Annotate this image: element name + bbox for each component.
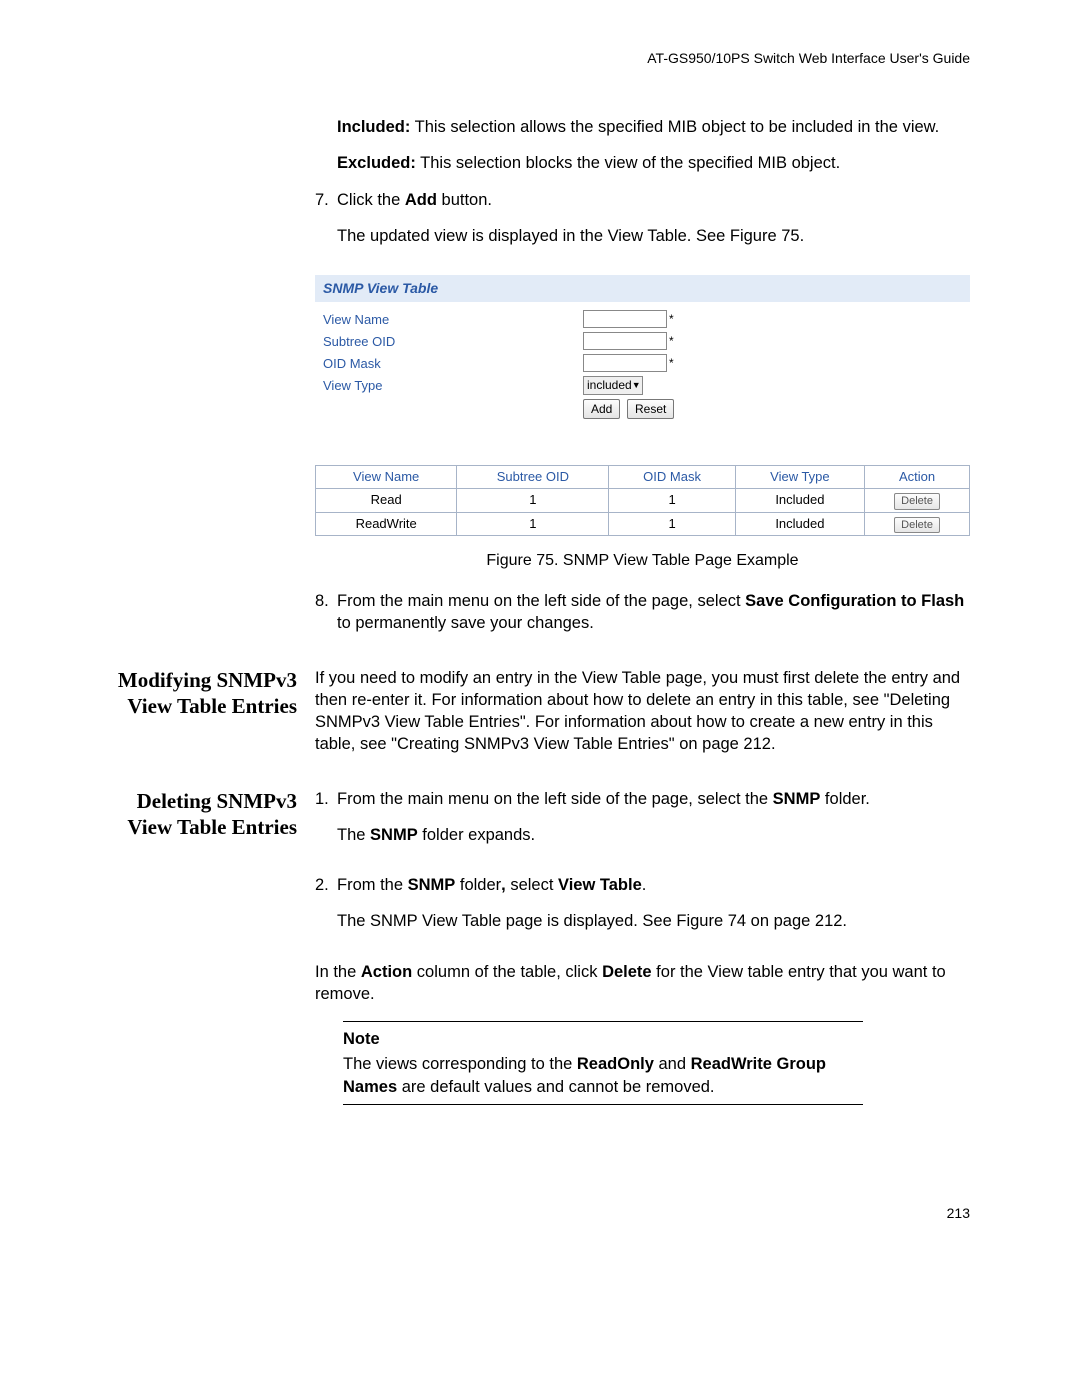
snmp-panel-title: SNMP View Table <box>315 275 970 302</box>
heading-modifying: Modifying SNMPv3 View Table Entries <box>110 667 315 720</box>
th-oid-mask: OID Mask <box>609 466 735 489</box>
delete-step-1: 1. From the main menu on the left side o… <box>315 788 970 861</box>
snmp-view-table-figure: SNMP View Table View Name * Subtree OID … <box>315 275 970 572</box>
th-subtree-oid: Subtree OID <box>457 466 609 489</box>
label-oid-mask: OID Mask <box>323 355 583 373</box>
excluded-label: Excluded: <box>337 154 416 172</box>
th-view-type: View Type <box>735 466 864 489</box>
chevron-down-icon: ▼ <box>632 379 641 391</box>
included-label: Included: <box>337 118 410 136</box>
reset-button[interactable]: Reset <box>627 399 674 419</box>
input-view-name[interactable] <box>583 310 667 328</box>
input-subtree-oid[interactable] <box>583 332 667 350</box>
select-view-type[interactable]: included ▼ <box>583 376 643 395</box>
note-title: Note <box>343 1028 863 1050</box>
add-button[interactable]: Add <box>583 399 620 419</box>
delete-button[interactable]: Delete <box>894 493 940 510</box>
delete-step-2-result: The SNMP View Table page is displayed. S… <box>337 910 970 932</box>
label-subtree-oid: Subtree OID <box>323 333 583 351</box>
modifying-body: If you need to modify an entry in the Vi… <box>315 667 970 756</box>
step-8: 8. From the main menu on the left side o… <box>315 590 970 635</box>
page-number: 213 <box>110 1205 970 1221</box>
table-row: ReadWrite 1 1 Included Delete <box>316 512 970 536</box>
delete-step-2: 2. From the SNMP folder, select View Tab… <box>315 874 970 947</box>
action-column-instruction: In the Action column of the table, click… <box>315 961 970 1006</box>
th-action: Action <box>865 466 970 489</box>
th-view-name: View Name <box>316 466 457 489</box>
step-7-result: The updated view is displayed in the Vie… <box>337 225 970 247</box>
delete-button[interactable]: Delete <box>894 517 940 534</box>
note-body: The views corresponding to the ReadOnly … <box>343 1053 863 1098</box>
figure-caption: Figure 75. SNMP View Table Page Example <box>315 550 970 572</box>
label-view-name: View Name <box>323 311 583 329</box>
heading-deleting: Deleting SNMPv3 View Table Entries <box>110 788 315 841</box>
table-row: Read 1 1 Included Delete <box>316 488 970 512</box>
page-header: AT-GS950/10PS Switch Web Interface User'… <box>110 50 970 66</box>
note-block: Note The views corresponding to the Read… <box>343 1021 863 1105</box>
snmp-view-data-table: View Name Subtree OID OID Mask View Type… <box>315 465 970 536</box>
delete-step-1-result: The SNMP folder expands. <box>337 824 970 846</box>
input-oid-mask[interactable] <box>583 354 667 372</box>
step-7: 7. Click the Add button. The updated vie… <box>315 189 970 262</box>
excluded-definition: Excluded: This selection blocks the view… <box>337 152 970 174</box>
label-view-type: View Type <box>323 377 583 395</box>
included-definition: Included: This selection allows the spec… <box>337 116 970 138</box>
